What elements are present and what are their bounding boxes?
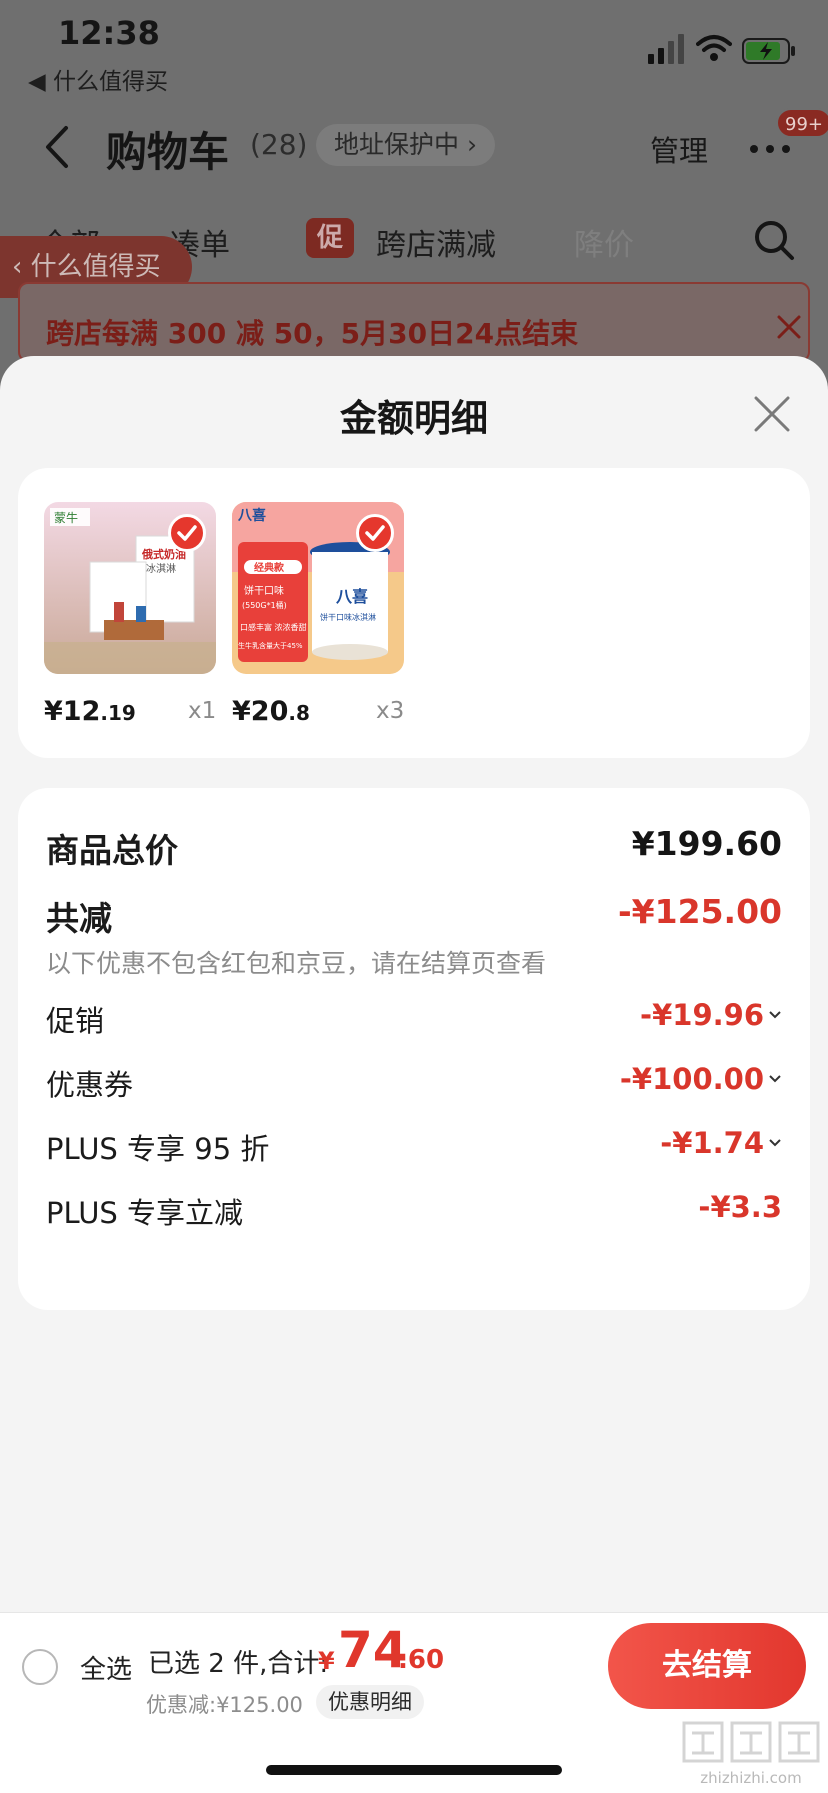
product-flavor-text: 饼干口味: [244, 584, 284, 597]
product-item[interactable]: 八喜 经典款 饼干口味 (550G*1桶) 口感丰富 浓浓香甜 生牛乳含量大于4…: [232, 502, 432, 742]
goods-total-row: 商品总价 ¥199.60: [46, 824, 782, 870]
promo-banner: 跨店每满 300 减 50，5月30日24点结束: [18, 282, 810, 362]
status-time: 12:38: [58, 14, 160, 52]
cart-header: 购物车 (28) 地址保护中 › 管理 99+: [0, 108, 828, 188]
product-tub-text: 饼干口味冰淇淋: [320, 612, 376, 622]
close-icon[interactable]: [776, 314, 802, 340]
home-indicator: [266, 1765, 562, 1775]
total-amount-decimal: .60: [398, 1645, 445, 1675]
page-title: 购物车: [106, 128, 229, 176]
price-breakdown-card: 商品总价 ¥199.60 共减 -¥125.00 以下优惠不包含红包和京豆，请在…: [18, 788, 810, 1310]
product-price: ¥12.19: [44, 696, 136, 727]
sheet-title: 金额明细: [340, 397, 488, 440]
cellular-signal-icon: [648, 34, 684, 64]
plus-reduce-label: PLUS 专享立减: [46, 1196, 244, 1230]
tab-price-drop[interactable]: 降价: [574, 220, 634, 264]
product-item[interactable]: 蒙牛 俄式奶油 冰淇淋 ¥12.19 x1: [44, 502, 244, 742]
manage-button[interactable]: 管理: [650, 128, 708, 170]
coupon-label: 优惠券: [46, 1068, 134, 1102]
cart-count: (28): [250, 128, 308, 161]
battery-icon: [742, 38, 795, 64]
goods-total-value: ¥199.60: [631, 824, 782, 863]
status-bar: 12:38 ◀ 什么值得买: [0, 0, 828, 95]
product-brand-text: 八喜: [237, 507, 266, 524]
watermark: zhizhizhi.com: [678, 1717, 824, 1789]
product-tag-text: 经典款: [254, 561, 285, 574]
promotion-row[interactable]: 促销 -¥19.96: [46, 998, 782, 1042]
coupon-row[interactable]: 优惠券 -¥100.00: [46, 1062, 782, 1106]
discount-note: 以下优惠不包含红包和京豆，请在结算页查看: [46, 949, 547, 978]
checkout-button[interactable]: 去结算: [608, 1623, 806, 1709]
discount-summary: 优惠减:¥125.00: [146, 1693, 303, 1717]
product-feature-text: 口感丰富 浓浓香甜: [240, 622, 307, 632]
product-price: ¥20.8: [232, 696, 310, 727]
watermark-logo-icon: [682, 1721, 820, 1763]
back-arrow-icon[interactable]: [40, 122, 74, 172]
back-to-app-link[interactable]: ◀ 什么值得买: [28, 62, 168, 96]
promotion-label: 促销: [46, 1004, 105, 1038]
tab-cross-store[interactable]: 跨店满减: [376, 220, 496, 264]
amount-detail-sheet: 金额明细 蒙牛 俄式奶油 冰淇淋 ¥12.19 x1 八喜 经典款 饼干口味 (…: [0, 356, 828, 1793]
checkout-bar: 全选 已选 2 件,合计: ¥ 74 .60 优惠减:¥125.00 优惠明细 …: [0, 1612, 828, 1793]
promo-tag-icon: 促: [306, 218, 354, 258]
plus-reduce-row: PLUS 专享立减 -¥3.3: [46, 1190, 782, 1234]
selected-summary: 已选 2 件,合计:: [148, 1649, 329, 1679]
total-reduce-row: 共减 -¥125.00 以下优惠不包含红包和京豆，请在结算页查看: [46, 892, 782, 982]
search-icon[interactable]: [752, 218, 796, 262]
promotion-value: -¥19.96: [640, 998, 764, 1032]
chevron-down-icon[interactable]: [768, 1074, 782, 1084]
address-protection-pill[interactable]: 地址保护中 ›: [316, 124, 495, 166]
chevron-down-icon[interactable]: [768, 1010, 782, 1020]
cart-page-background: 12:38 ◀ 什么值得买 购物车 (28) 地址保护中 › 管理 99+ 凑单…: [0, 0, 828, 380]
plus-discount-row[interactable]: PLUS 专享 95 折 -¥1.74: [46, 1126, 782, 1170]
total-currency: ¥: [318, 1647, 335, 1675]
product-label-text: 冰淇淋: [146, 562, 176, 575]
total-reduce-value: -¥125.00: [617, 892, 782, 931]
checked-icon[interactable]: [356, 514, 394, 552]
product-brand-text: 蒙牛: [54, 510, 78, 525]
close-icon[interactable]: [752, 394, 792, 434]
product-spec-text: (550G*1桶): [242, 600, 287, 610]
discount-detail-button[interactable]: 优惠明细: [316, 1685, 424, 1719]
message-badge: 99+: [776, 108, 828, 138]
plus-discount-label: PLUS 专享 95 折: [46, 1132, 270, 1166]
promo-banner-text: 跨店每满 300 减 50，5月30日24点结束: [46, 317, 579, 350]
select-all-label[interactable]: 全选: [80, 1649, 132, 1686]
watermark-text: zhizhizhi.com: [700, 1769, 802, 1787]
plus-discount-value: -¥1.74: [660, 1126, 764, 1160]
select-all-radio[interactable]: [22, 1649, 58, 1685]
product-quantity: x1: [188, 698, 217, 724]
wifi-icon: [696, 35, 732, 61]
selected-products-card: 蒙牛 俄式奶油 冰淇淋 ¥12.19 x1 八喜 经典款 饼干口味 (550G*…: [18, 468, 810, 758]
product-tub-brand: 八喜: [335, 587, 368, 606]
product-quantity: x3: [376, 698, 405, 724]
more-icon[interactable]: [748, 144, 792, 154]
total-reduce-label: 共减: [46, 899, 112, 938]
coupon-value: -¥100.00: [619, 1062, 764, 1096]
plus-reduce-value: -¥3.3: [698, 1190, 782, 1224]
product-note-text: 生牛乳含量大于45%: [238, 641, 303, 650]
chevron-down-icon[interactable]: [768, 1138, 782, 1148]
goods-total-label: 商品总价: [46, 831, 178, 870]
checked-icon[interactable]: [168, 514, 206, 552]
